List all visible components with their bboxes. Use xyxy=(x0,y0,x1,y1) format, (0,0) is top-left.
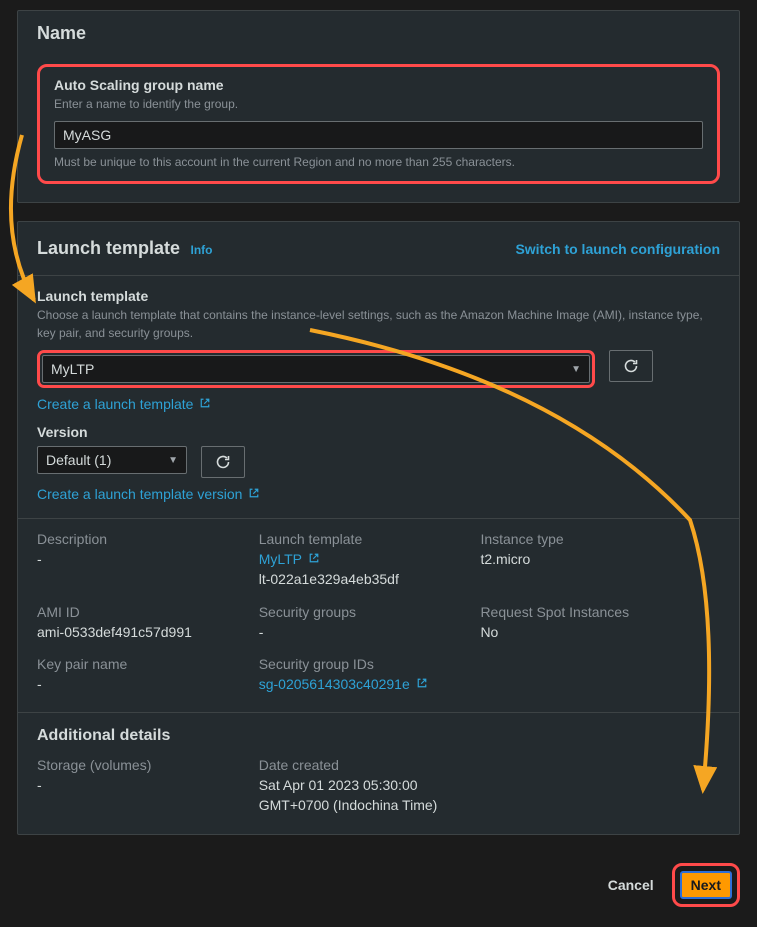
name-field-label: Auto Scaling group name xyxy=(54,77,703,93)
create-lt-link[interactable]: Create a launch template xyxy=(37,396,211,412)
ami-label: AMI ID xyxy=(37,604,249,620)
instype-label: Instance type xyxy=(480,531,692,547)
refresh-icon xyxy=(215,454,231,470)
storage-value: - xyxy=(37,775,249,795)
lt-select-value: MyLTP xyxy=(51,361,94,377)
cancel-button[interactable]: Cancel xyxy=(608,877,654,893)
instype-value: t2.micro xyxy=(480,549,692,569)
next-button[interactable]: Next xyxy=(681,872,731,898)
lt-details-grid: Description - Launch template MyLTP lt-0… xyxy=(18,519,739,712)
external-icon xyxy=(308,549,320,569)
caret-down-icon: ▼ xyxy=(571,364,581,375)
lt-refresh-button[interactable] xyxy=(609,350,653,382)
sg-value: - xyxy=(259,622,471,642)
name-title: Name xyxy=(37,23,720,44)
lt-name-link[interactable]: MyLTP xyxy=(259,549,320,569)
launch-template-panel: Launch template Info Switch to launch co… xyxy=(17,221,740,835)
version-select-value: Default (1) xyxy=(46,452,111,468)
switch-config-link[interactable]: Switch to launch configuration xyxy=(515,241,720,257)
external-icon xyxy=(248,486,260,502)
date-label: Date created xyxy=(259,757,532,773)
external-icon xyxy=(416,674,428,694)
version-select[interactable]: Default (1) ▼ xyxy=(37,446,187,474)
name-highlight: Auto Scaling group name Enter a name to … xyxy=(37,64,720,184)
spot-value: No xyxy=(480,622,692,642)
version-label: Version xyxy=(37,424,720,440)
spot-label: Request Spot Instances xyxy=(480,604,692,620)
keypair-label: Key pair name xyxy=(37,656,249,672)
additional-grid: Storage (volumes) - Date created Sat Apr… xyxy=(18,745,739,834)
caret-down-icon: ▼ xyxy=(168,455,178,466)
footer: Cancel Next xyxy=(17,863,740,907)
sgid-link[interactable]: sg-0205614303c40291e xyxy=(259,674,428,694)
lt-select[interactable]: MyLTP ▼ xyxy=(42,355,590,383)
name-field-hint: Enter a name to identify the group. xyxy=(54,95,703,113)
sg-label: Security groups xyxy=(259,604,471,620)
lt-field-label: Launch template xyxy=(37,288,720,304)
lt-id-value: lt-022a1e329a4eb35df xyxy=(259,569,471,589)
storage-label: Storage (volumes) xyxy=(37,757,249,773)
date-value-1: Sat Apr 01 2023 05:30:00 xyxy=(259,775,532,795)
external-icon xyxy=(199,396,211,412)
lt-field-hint: Choose a launch template that contains t… xyxy=(37,306,720,342)
keypair-value: - xyxy=(37,674,249,694)
name-below-hint: Must be unique to this account in the cu… xyxy=(54,155,703,169)
ami-value: ami-0533def491c57d991 xyxy=(37,622,249,642)
asg-name-input[interactable] xyxy=(54,121,703,149)
lt-select-highlight: MyLTP ▼ xyxy=(37,350,595,388)
lt-detail-label: Launch template xyxy=(259,531,471,547)
desc-value: - xyxy=(37,549,249,569)
sgid-label: Security group IDs xyxy=(259,656,471,672)
date-value-2: GMT+0700 (Indochina Time) xyxy=(259,795,532,815)
refresh-icon xyxy=(623,358,639,374)
additional-title: Additional details xyxy=(37,727,720,745)
create-lt-version-link[interactable]: Create a launch template version xyxy=(37,486,260,502)
desc-label: Description xyxy=(37,531,249,547)
version-refresh-button[interactable] xyxy=(201,446,245,478)
lt-title: Launch template xyxy=(37,238,180,258)
next-highlight: Next xyxy=(672,863,740,907)
name-panel: Name Auto Scaling group name Enter a nam… xyxy=(17,10,740,203)
info-link[interactable]: Info xyxy=(190,243,212,257)
